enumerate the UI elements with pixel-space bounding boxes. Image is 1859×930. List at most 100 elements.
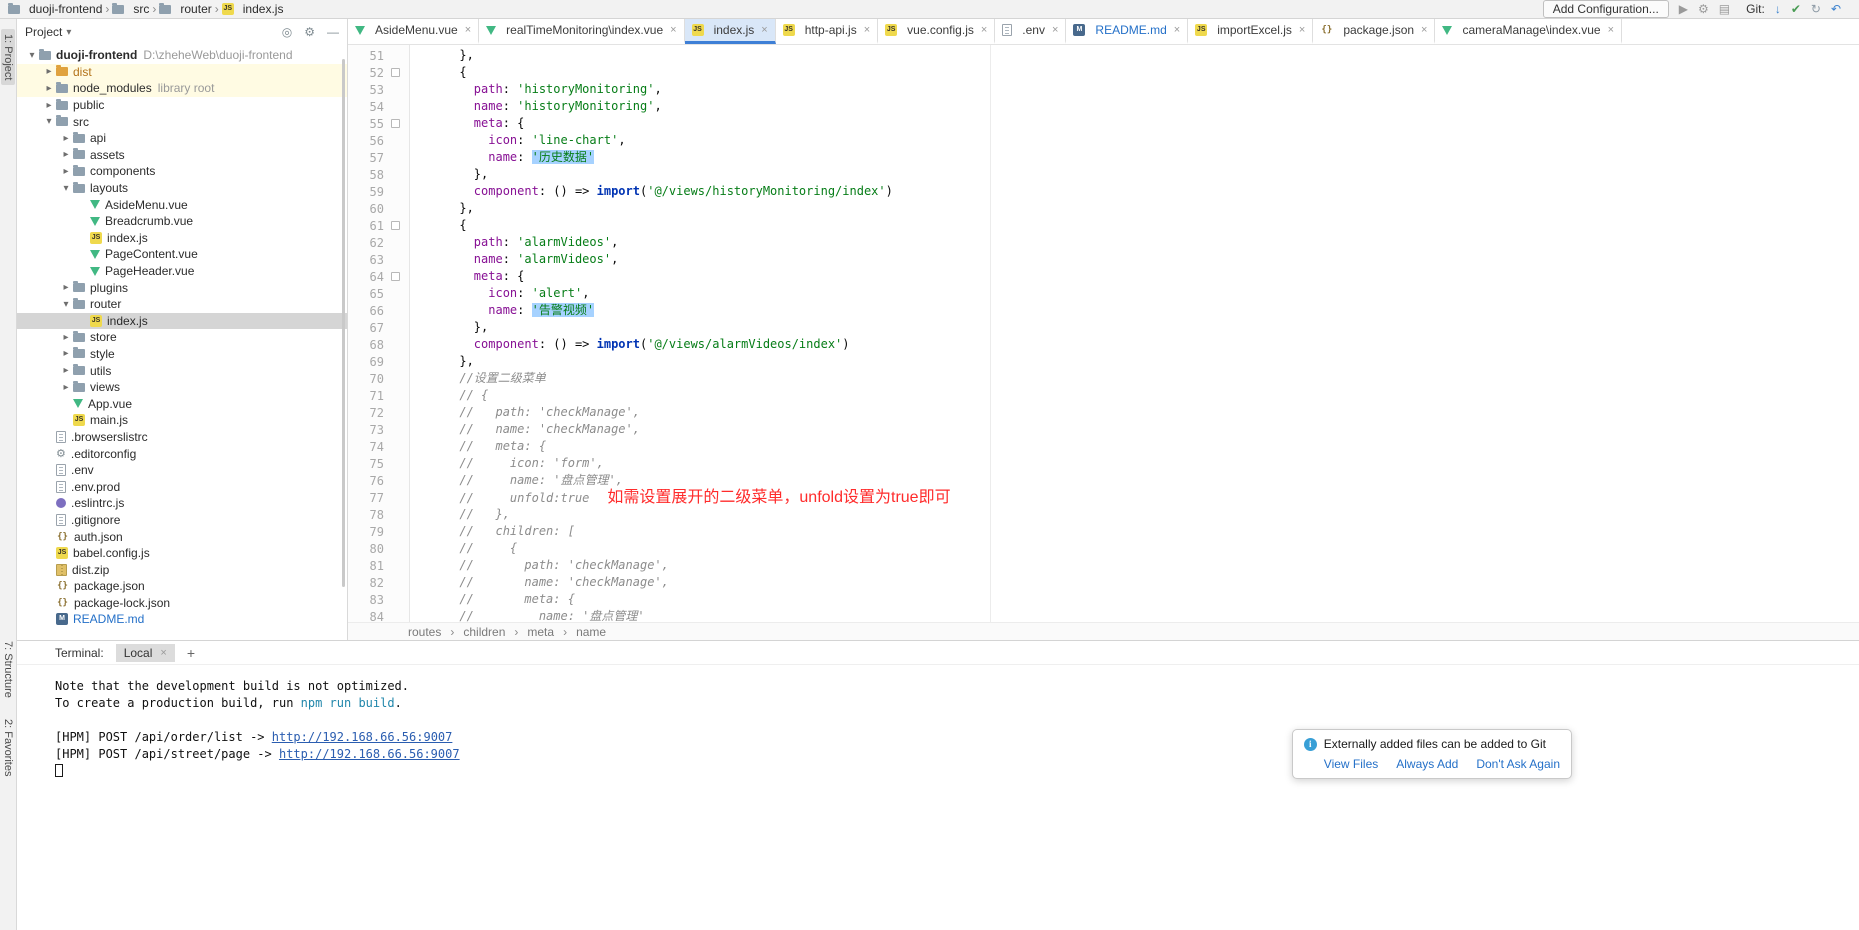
breadcrumb-item[interactable]: routes: [408, 625, 441, 639]
code-line[interactable]: // meta: {: [416, 591, 1859, 608]
code-line[interactable]: },: [416, 319, 1859, 336]
code-line[interactable]: // {: [416, 540, 1859, 557]
editor-tab[interactable]: importExcel.js: [1188, 19, 1313, 44]
code-line[interactable]: name: '历史数据': [416, 149, 1859, 166]
code-line[interactable]: // meta: {: [416, 438, 1859, 455]
close-icon[interactable]: [864, 24, 870, 36]
code-editor[interactable]: 5152535455565758596061626364656667686970…: [348, 45, 1859, 622]
code-line[interactable]: meta: {: [416, 115, 1859, 132]
editor-tab[interactable]: AsideMenu.vue: [348, 19, 479, 44]
chevron-open-icon[interactable]: [42, 116, 56, 127]
close-icon[interactable]: [1421, 24, 1427, 36]
editor-tab[interactable]: realTimeMonitoring\index.vue: [479, 19, 684, 44]
code-line[interactable]: // },: [416, 506, 1859, 523]
tree-item[interactable]: api: [17, 130, 347, 147]
code-line[interactable]: // path: 'checkManage',: [416, 404, 1859, 421]
locate-file-icon[interactable]: [282, 25, 292, 39]
code-line[interactable]: // name: 'checkManage',: [416, 574, 1859, 591]
tree-item[interactable]: dist.zip: [17, 561, 347, 578]
breadcrumb-item[interactable]: children: [463, 625, 505, 639]
editor-tab[interactable]: index.js: [685, 19, 776, 44]
line-number[interactable]: 73: [348, 423, 384, 437]
notification-link[interactable]: View Files: [1324, 757, 1378, 771]
new-terminal-tab-button[interactable]: +: [187, 645, 195, 661]
line-number[interactable]: 56: [348, 134, 384, 148]
code-line[interactable]: {: [416, 217, 1859, 234]
git-update-icon[interactable]: [1775, 3, 1781, 15]
close-icon[interactable]: [465, 24, 471, 36]
chevron-closed-icon[interactable]: [59, 365, 73, 376]
line-number[interactable]: 51: [348, 49, 384, 63]
code-line[interactable]: // name: '盘点管理': [416, 608, 1859, 622]
code-line[interactable]: // unfold:true如需设置展开的二级菜单，unfold设置为true即…: [416, 489, 1859, 506]
tree-item[interactable]: plugins: [17, 279, 347, 296]
tree-item[interactable]: public: [17, 97, 347, 114]
project-view-selector[interactable]: Project: [25, 25, 71, 39]
breadcrumb-item[interactable]: name: [576, 625, 606, 639]
code-line[interactable]: },: [416, 166, 1859, 183]
chevron-closed-icon[interactable]: [59, 382, 73, 393]
line-number[interactable]: 54: [348, 100, 384, 114]
code-line[interactable]: component: () => import('@/views/alarmVi…: [416, 336, 1859, 353]
run-icon[interactable]: [1679, 3, 1688, 15]
close-icon[interactable]: [761, 24, 767, 36]
chevron-closed-icon[interactable]: [59, 149, 73, 160]
breadcrumb-item[interactable]: duoji-frontend: [8, 2, 102, 16]
close-icon[interactable]: [1174, 24, 1180, 36]
tree-item[interactable]: .browserslistrc: [17, 429, 347, 446]
line-number[interactable]: 78: [348, 508, 384, 522]
line-number[interactable]: 58: [348, 168, 384, 182]
line-number[interactable]: 57: [348, 151, 384, 165]
code-line[interactable]: name: 'historyMonitoring',: [416, 98, 1859, 115]
tree-item[interactable]: package-lock.json: [17, 595, 347, 612]
line-number[interactable]: 81: [348, 559, 384, 573]
line-number[interactable]: 53: [348, 83, 384, 97]
code-line[interactable]: // name: '盘点管理',: [416, 472, 1859, 489]
code-line[interactable]: // path: 'checkManage',: [416, 557, 1859, 574]
add-configuration-button[interactable]: Add Configuration...: [1543, 0, 1669, 18]
line-number[interactable]: 75: [348, 457, 384, 471]
tree-item[interactable]: PageHeader.vue: [17, 263, 347, 280]
fold-icon[interactable]: [391, 68, 400, 77]
chevron-closed-icon[interactable]: [59, 166, 73, 177]
settings-icon[interactable]: [1698, 3, 1709, 15]
line-number[interactable]: 82: [348, 576, 384, 590]
tree-item[interactable]: auth.json: [17, 528, 347, 545]
code-line[interactable]: meta: {: [416, 268, 1859, 285]
chevron-closed-icon[interactable]: [42, 66, 56, 77]
tree-item[interactable]: style: [17, 346, 347, 363]
line-number[interactable]: 84: [348, 610, 384, 623]
breadcrumb-item[interactable]: src: [112, 2, 149, 16]
line-number[interactable]: 72: [348, 406, 384, 420]
tree-item[interactable]: .env: [17, 462, 347, 479]
code-line[interactable]: // {: [416, 387, 1859, 404]
tree-item[interactable]: index.js: [17, 313, 347, 330]
code-line[interactable]: // name: 'checkManage',: [416, 421, 1859, 438]
tree-item[interactable]: views: [17, 379, 347, 396]
line-number[interactable]: 79: [348, 525, 384, 539]
chevron-closed-icon[interactable]: [42, 100, 56, 111]
tree-item[interactable]: .gitignore: [17, 512, 347, 529]
tree-item[interactable]: store: [17, 329, 347, 346]
coverage-icon[interactable]: [1719, 3, 1730, 15]
fold-icon[interactable]: [391, 221, 400, 230]
close-icon[interactable]: [1299, 24, 1305, 36]
code-area[interactable]: }, { path: 'historyMonitoring', name: 'h…: [410, 45, 1859, 622]
tree-item[interactable]: Breadcrumb.vue: [17, 213, 347, 230]
chevron-closed-icon[interactable]: [42, 83, 56, 94]
code-line[interactable]: icon: 'line-chart',: [416, 132, 1859, 149]
terminal-output[interactable]: Note that the development build is not o…: [17, 665, 1859, 930]
tool-button-structure[interactable]: 7: Structure: [1, 636, 15, 703]
line-number[interactable]: 65: [348, 287, 384, 301]
close-icon[interactable]: [670, 24, 676, 36]
chevron-closed-icon[interactable]: [59, 332, 73, 343]
code-line[interactable]: // children: [: [416, 523, 1859, 540]
editor-tab[interactable]: package.json: [1313, 19, 1435, 44]
tree-item[interactable]: .eslintrc.js: [17, 495, 347, 512]
tree-item[interactable]: .editorconfig: [17, 445, 347, 462]
tree-item[interactable]: PageContent.vue: [17, 246, 347, 263]
line-number[interactable]: 70: [348, 372, 384, 386]
tool-button-favorites[interactable]: 2: Favorites: [1, 714, 15, 781]
line-number[interactable]: 62: [348, 236, 384, 250]
terminal-link[interactable]: http://192.168.66.56:9007: [279, 747, 460, 761]
